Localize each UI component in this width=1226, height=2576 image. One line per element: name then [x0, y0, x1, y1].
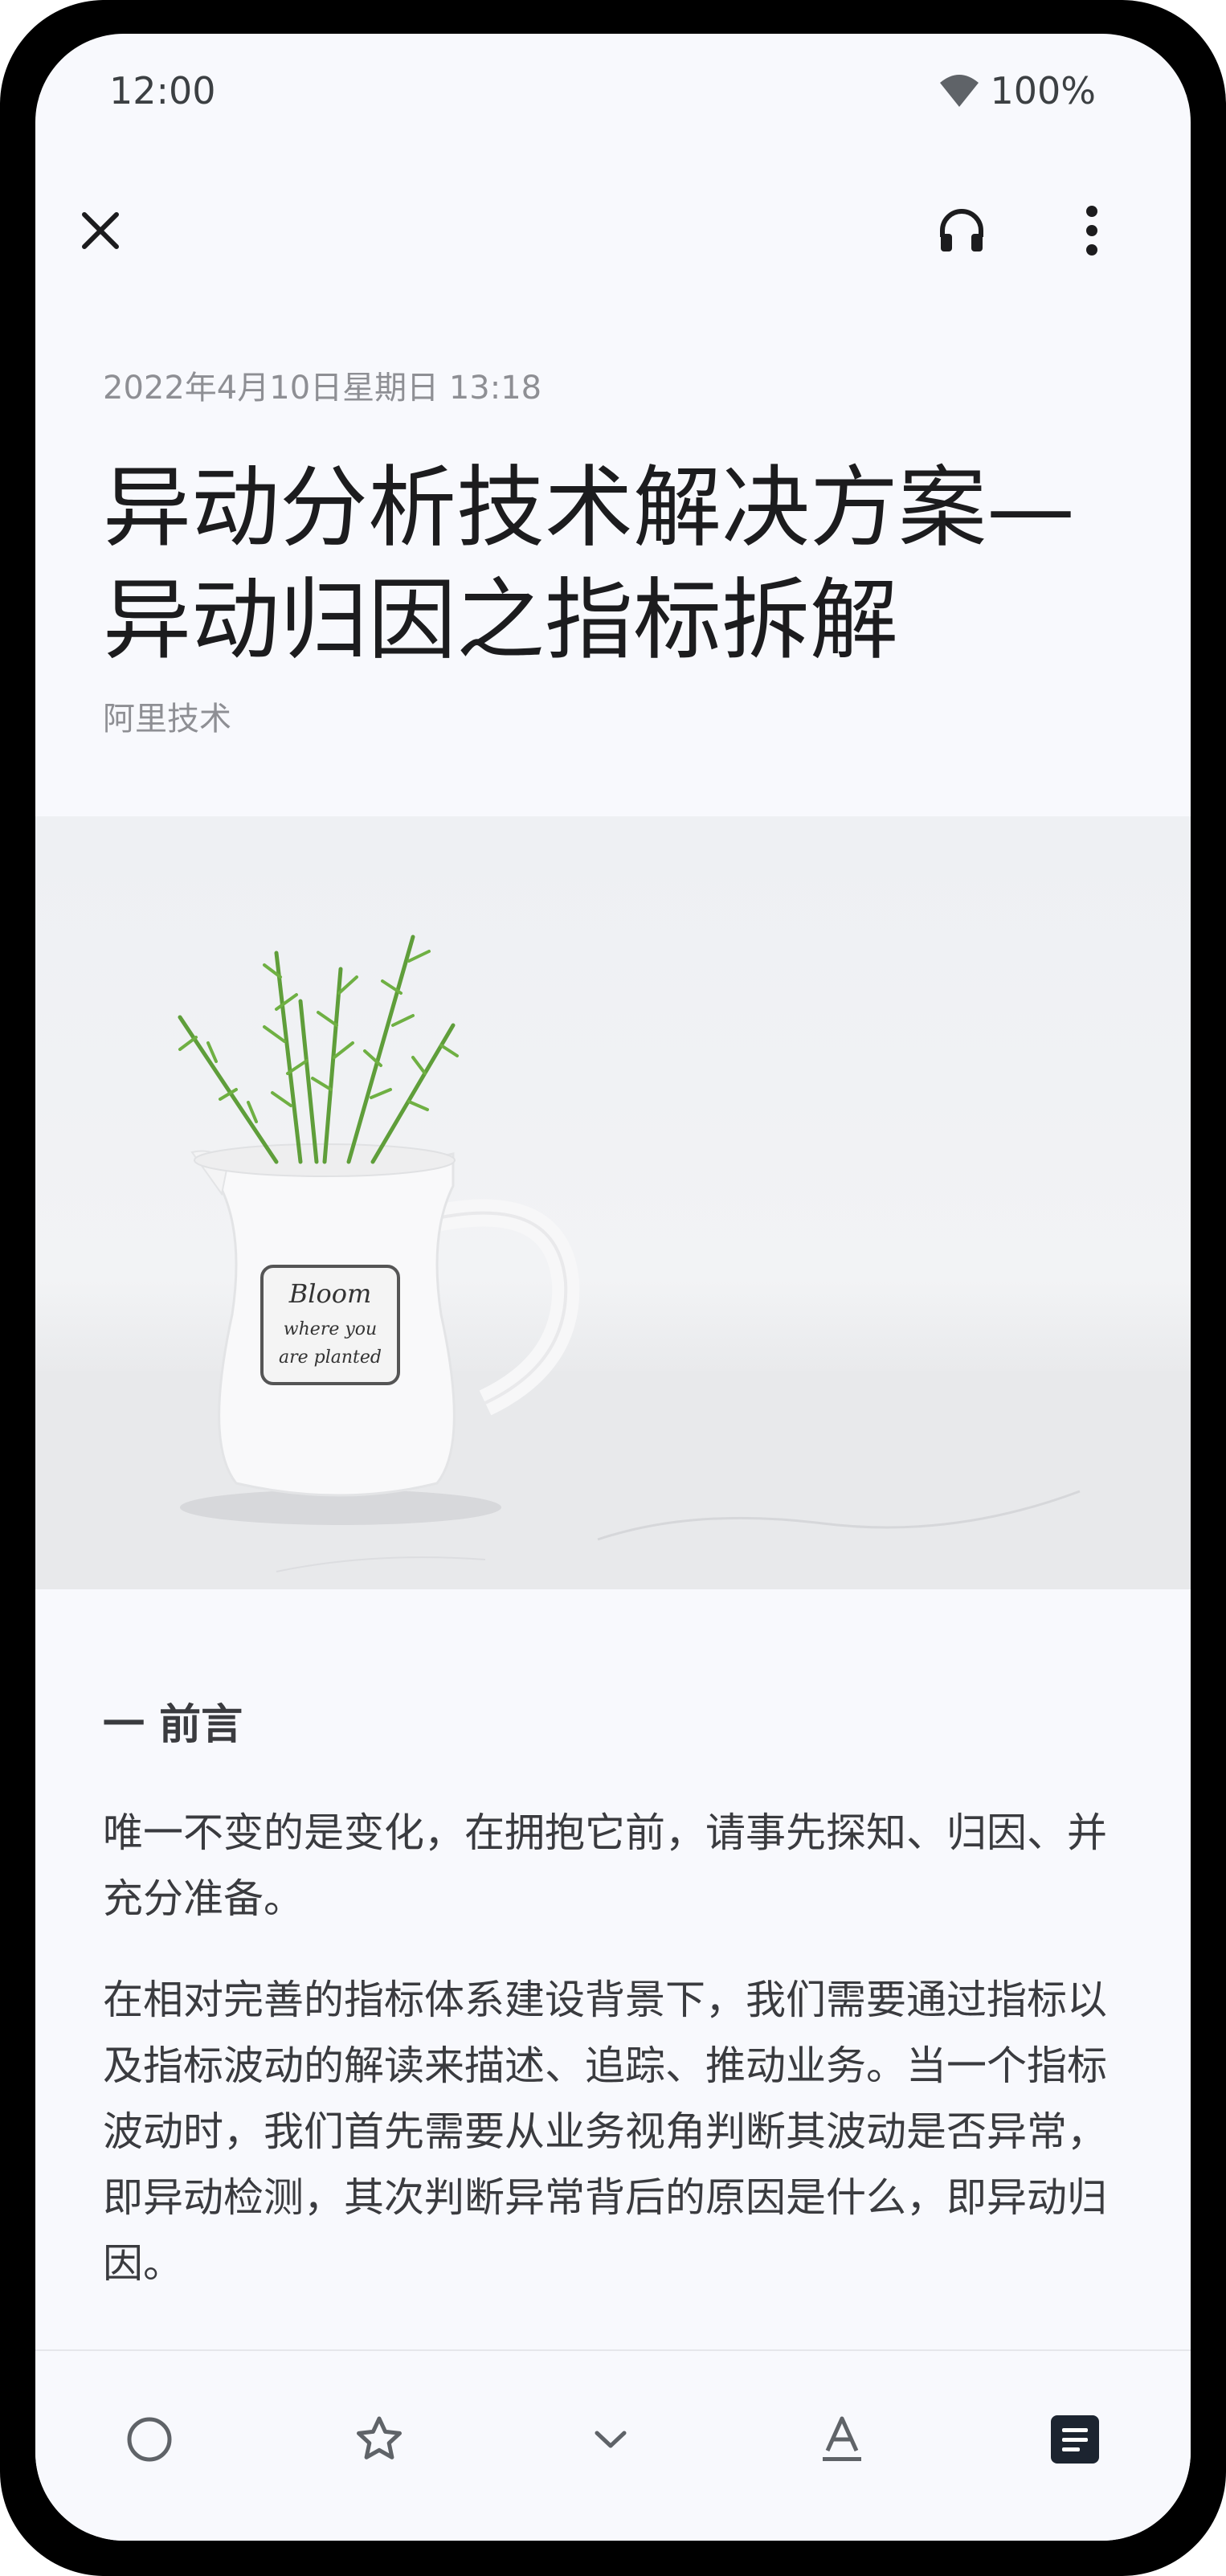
badge-text-line2: where you — [284, 1319, 377, 1339]
article-title-line2: 异动归因之指标拆解 — [103, 569, 898, 672]
article-author: 阿里技术 — [103, 701, 231, 738]
article-title: 异动分析技术解决方案— 异动归因之指标拆解 — [103, 452, 1139, 677]
listen-button[interactable] — [917, 186, 1006, 275]
star-icon — [353, 2414, 405, 2465]
text-format-button[interactable] — [794, 2399, 890, 2480]
device-frame: 12:00 100% 2022年4月10日星期日 13:18 异动分析技术解决方… — [0, 0, 1226, 2576]
paragraph-2: 在相对完善的指标体系建设背景下，我们需要通过指标以及指标波动的解读来描述、追踪、… — [103, 1977, 1107, 2287]
article-icon — [1049, 2414, 1101, 2465]
top-toolbar — [35, 186, 1191, 275]
badge-text-line1: Bloom — [288, 1278, 372, 1309]
status-time: 12:00 — [109, 69, 216, 112]
badge-text-line3: are planted — [279, 1347, 382, 1368]
reader-view-button[interactable] — [1027, 2399, 1123, 2480]
chevron-down-icon — [591, 2423, 631, 2455]
bottom-action-bar — [35, 2349, 1191, 2541]
screen: 12:00 100% 2022年4月10日星期日 13:18 异动分析技术解决方… — [35, 34, 1191, 2541]
circle-icon — [125, 2415, 174, 2464]
text-format-icon — [818, 2414, 866, 2465]
more-options-button[interactable] — [1048, 186, 1136, 275]
paragraph-1: 唯一不变的是变化，在拥抱它前，请事先探知、归因、并充分准备。 — [103, 1809, 1107, 1922]
status-right: 100% — [938, 69, 1096, 112]
battery-level: 100% — [990, 69, 1096, 112]
close-icon — [78, 208, 123, 253]
article-title-line1: 异动分析技术解决方案— — [103, 456, 1075, 559]
hero-image: Bloom where you are planted — [35, 816, 1191, 1589]
section-heading: 一 前言 — [103, 1701, 243, 1749]
close-button[interactable] — [56, 186, 145, 275]
mark-read-button[interactable] — [101, 2399, 198, 2480]
wifi-icon — [938, 73, 980, 108]
status-bar: 12:00 100% — [35, 34, 1191, 154]
more-vert-icon — [1084, 205, 1100, 256]
headphones-icon — [936, 205, 987, 256]
article-date: 2022年4月10日星期日 13:18 — [103, 370, 542, 407]
article-body: 一 前言 唯一不变的是变化，在拥抱它前，请事先探知、归因、并充分准备。 在相对完… — [103, 1697, 1139, 2332]
star-button[interactable] — [331, 2399, 427, 2480]
next-article-button[interactable] — [562, 2399, 659, 2480]
